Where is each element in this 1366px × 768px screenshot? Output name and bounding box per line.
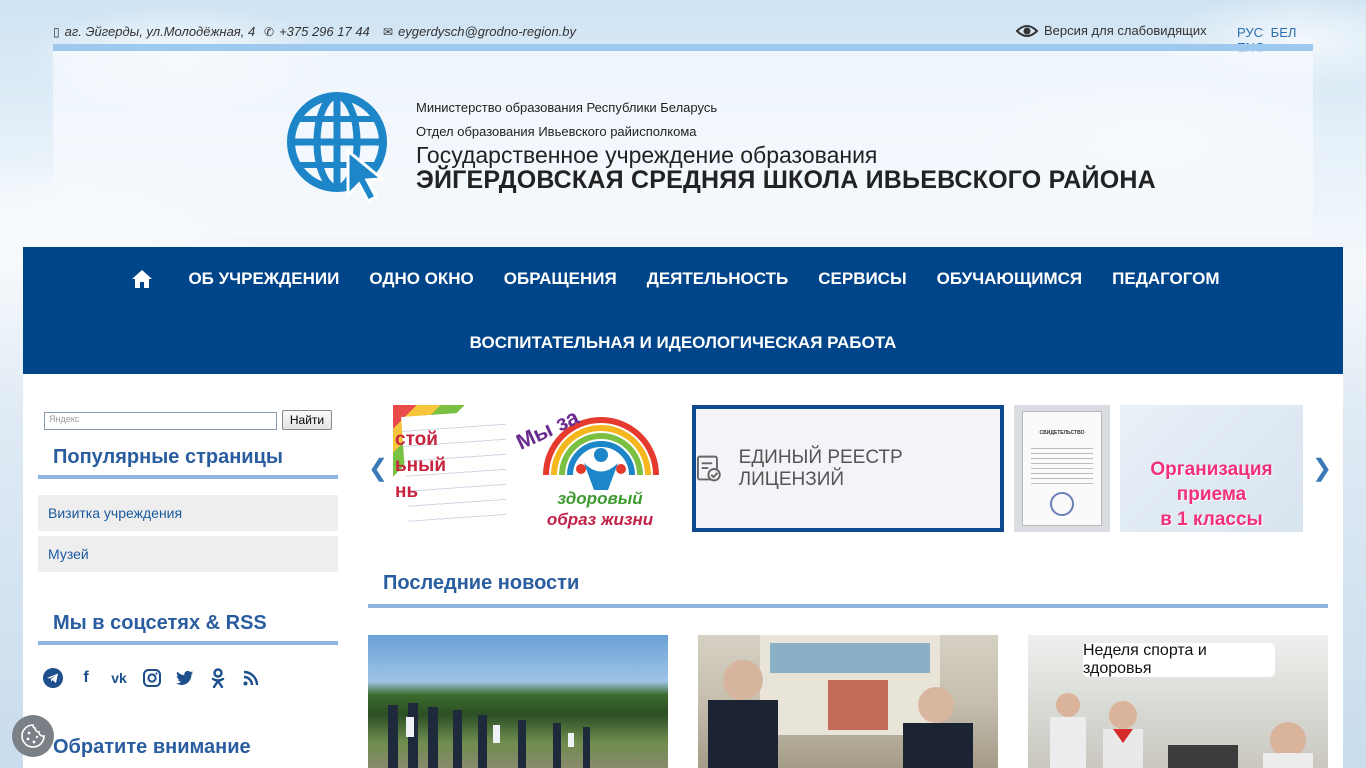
ministry-text: Министерство образования Республики Бела… — [416, 100, 718, 115]
search-placeholder: Яндекс — [49, 414, 80, 424]
rss-icon[interactable] — [241, 668, 261, 688]
lang-rus[interactable]: РУС — [1237, 25, 1263, 40]
twitter-icon[interactable] — [175, 668, 195, 688]
telegram-icon[interactable] — [43, 668, 63, 688]
social-links: f vk — [43, 668, 261, 688]
nav-about[interactable]: ОБ УЧРЕЖДЕНИИ — [173, 267, 354, 291]
slide1-line-1: стой — [395, 429, 438, 450]
license-registry-text: ЕДИНЫЙ РЕЕСТР ЛИЦЕНЗИЙ — [738, 446, 903, 490]
phone-text[interactable]: +375 296 17 44 — [279, 24, 370, 39]
nav-one-window[interactable]: ОДНО ОКНО — [354, 267, 488, 291]
admission-line-1: Организация — [1150, 459, 1273, 480]
address-text: аг. Эйгерды, ул.Молодёжная, 4 — [64, 24, 256, 39]
low-vision-label[interactable]: Версия для слабовидящих — [1044, 23, 1207, 38]
admission-line-2: приема — [1176, 484, 1247, 505]
link-museum[interactable]: Музей — [38, 536, 338, 572]
nav-activity[interactable]: ДЕЯТЕЛЬНОСТЬ — [632, 267, 804, 291]
site-header: Министерство образования Республики Бела… — [53, 51, 1313, 237]
search-input[interactable]: Яндекс — [44, 412, 277, 430]
facebook-icon[interactable]: f — [76, 668, 96, 688]
email[interactable]: ✉ eygerdysch@grodno-region.by — [383, 24, 576, 39]
search-button[interactable]: Найти — [282, 410, 332, 430]
building-icon: ▯ — [53, 24, 60, 39]
banner-carousel: ❮ стой ьный нь Мы за здоровый образ жизн… — [368, 404, 1332, 532]
home-icon[interactable] — [131, 269, 173, 289]
news-image-3[interactable]: Неделя спорта и здоровья — [1028, 635, 1328, 768]
eye-icon — [1016, 24, 1038, 37]
instagram-icon[interactable] — [142, 668, 162, 688]
popular-pages-heading: Популярные страницы — [38, 446, 338, 479]
nav-appeals[interactable]: ОБРАЩЕНИЯ — [489, 267, 632, 291]
admission-line-3: в 1 классы — [1160, 509, 1263, 530]
news-3-caption: Неделя спорта и здоровья — [1083, 642, 1275, 677]
certificate-lines — [1031, 444, 1093, 484]
latest-news-heading: Последние новости — [368, 572, 1328, 608]
vk-icon[interactable]: vk — [109, 668, 129, 688]
phone-icon: ✆ — [264, 24, 275, 39]
admission-text: Организация приема в 1 классы — [1120, 457, 1303, 532]
envelope-icon: ✉ — [383, 24, 394, 39]
department-text: Отдел образования Ивьевского райисполком… — [416, 124, 697, 139]
banner-license-registry[interactable]: ЕДИНЫЙ РЕЕСТР ЛИЦЕНЗИЙ — [692, 405, 1004, 532]
link-business-card[interactable]: Визитка учреждения — [38, 495, 338, 531]
lineup-photo — [388, 703, 590, 768]
carousel-prev-icon[interactable]: ❮ — [368, 454, 388, 483]
certificate-image: СВИДЕТЕЛЬСТВО — [1022, 411, 1102, 526]
cookie-settings-button[interactable] — [12, 715, 54, 757]
nav-upbringing[interactable]: ВОСПИТАТЕЛЬНАЯ И ИДЕОЛОГИЧЕСКАЯ РАБОТА — [455, 331, 912, 355]
email-link[interactable]: eygerdysch@grodno-region.by — [398, 24, 576, 39]
header-divider — [53, 44, 1313, 51]
carousel-next-icon[interactable]: ❯ — [1312, 454, 1332, 483]
top-info-bar: ▯ аг. Эйгерды, ул.Молодёжная, 4 ✆ +375 2… — [53, 20, 1313, 55]
main-nav: ОБ УЧРЕЖДЕНИИ ОДНО ОКНО ОБРАЩЕНИЯ ДЕЯТЕЛ… — [23, 247, 1343, 374]
main-content: Яндекс Найти Популярные страницы Визитка… — [23, 374, 1343, 768]
globe-cursor-logo[interactable] — [286, 91, 394, 203]
banner-first-grade-admission[interactable]: Организация приема в 1 классы — [1120, 405, 1303, 532]
slide1-line-3: нь — [395, 481, 419, 502]
banner-certificate[interactable]: СВИДЕТЕЛЬСТВО — [1014, 405, 1110, 532]
document-check-icon — [696, 455, 721, 481]
banner-healthy-lifestyle[interactable]: Мы за здоровый образ жизни — [516, 405, 684, 532]
lang-bel[interactable]: БЕЛ — [1271, 25, 1297, 40]
certificate-seal — [1050, 492, 1074, 516]
nav-teachers[interactable]: ПЕДАГОГОМ — [1097, 267, 1234, 291]
phone[interactable]: ✆ +375 296 17 44 — [264, 24, 370, 39]
students-photo — [708, 635, 973, 768]
cookie-icon — [21, 724, 45, 748]
slide1-text: стой ьный нь — [395, 427, 446, 505]
news-image-2[interactable] — [698, 635, 998, 768]
slide1-line-2: ьный — [395, 455, 447, 476]
certificate-title: СВИДЕТЕЛЬСТВО — [1039, 430, 1085, 436]
notice-heading: Обратите внимание — [53, 736, 251, 758]
nav-services[interactable]: СЕРВИСЫ — [803, 267, 921, 291]
school-name[interactable]: ЭЙГЕРДОВСКАЯ СРЕДНЯЯ ШКОЛА ИВЬЕВСКОГО РА… — [416, 166, 1156, 195]
slide2-line-1: здоровый — [557, 489, 643, 508]
slide2-line-2: образ жизни — [547, 510, 654, 529]
institution-type: Государственное учреждение образования — [416, 142, 878, 168]
healthy-lifestyle-logo: Мы за здоровый образ жизни — [516, 405, 659, 529]
odnoklassniki-icon[interactable] — [208, 668, 228, 688]
nav-students[interactable]: ОБУЧАЮЩИМСЯ — [922, 267, 1098, 291]
social-heading: Мы в соцсетях & RSS — [38, 612, 338, 645]
address: ▯ аг. Эйгерды, ул.Молодёжная, 4 — [53, 24, 255, 39]
banner-slide-1[interactable]: стой ьный нь — [393, 405, 506, 532]
low-vision-toggle[interactable]: Версия для слабовидящих — [1016, 23, 1207, 38]
news-image-1[interactable] — [368, 635, 668, 768]
